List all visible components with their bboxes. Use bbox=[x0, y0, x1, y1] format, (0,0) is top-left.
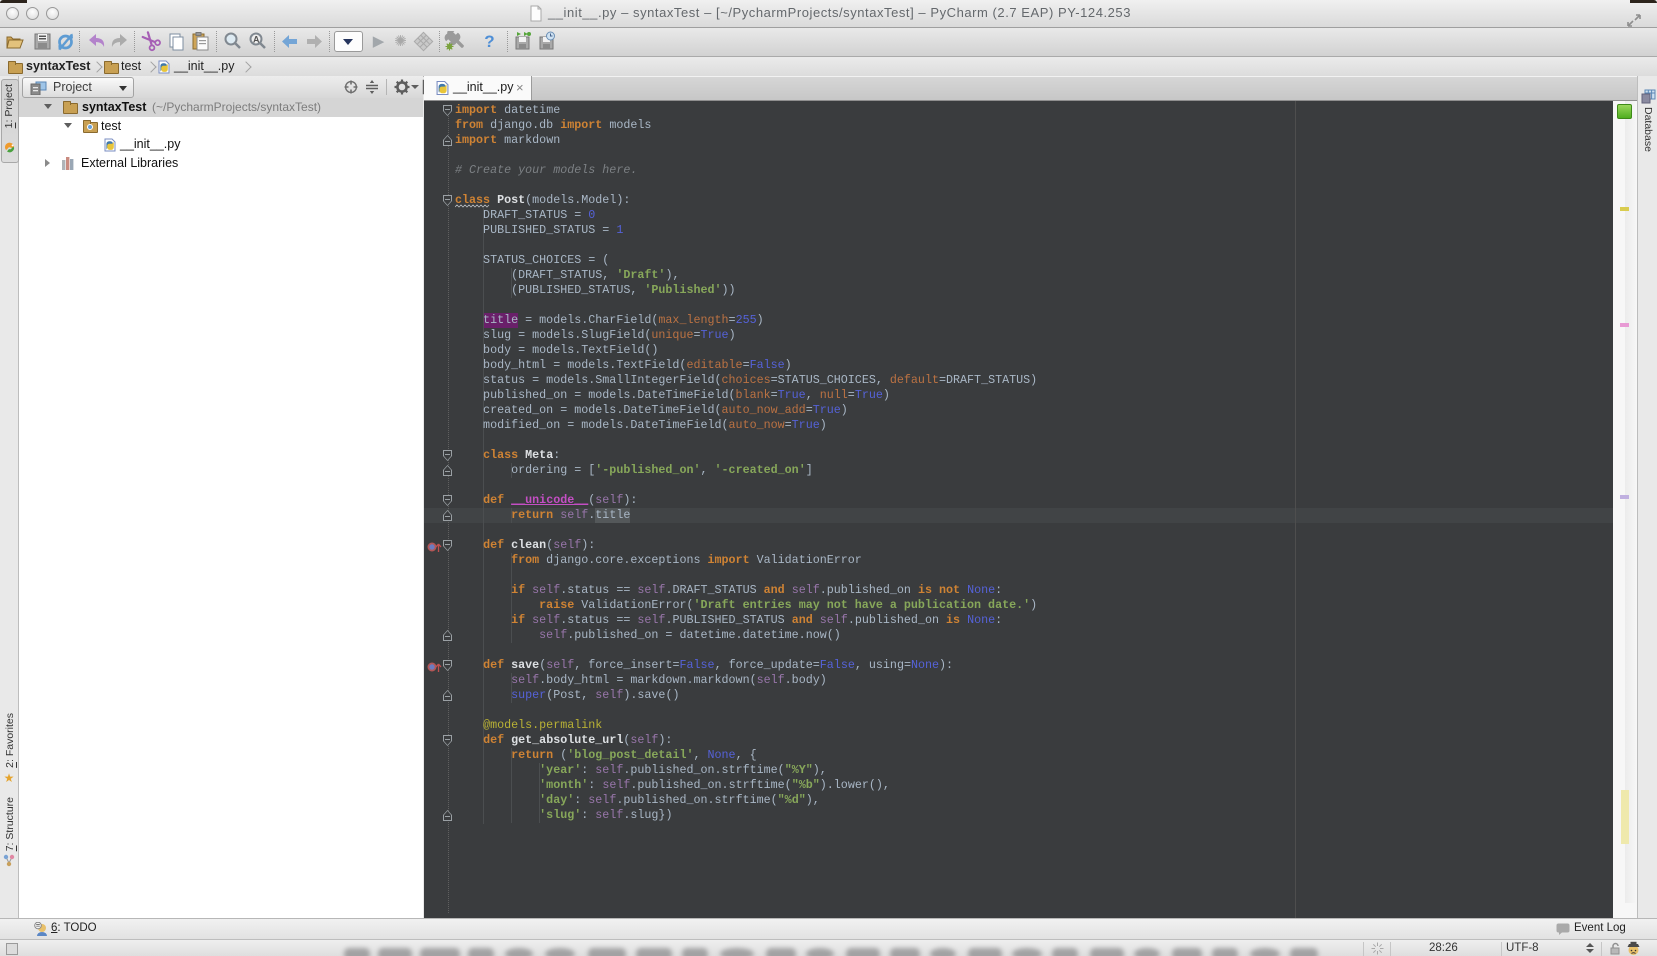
svg-text:A: A bbox=[253, 35, 260, 45]
